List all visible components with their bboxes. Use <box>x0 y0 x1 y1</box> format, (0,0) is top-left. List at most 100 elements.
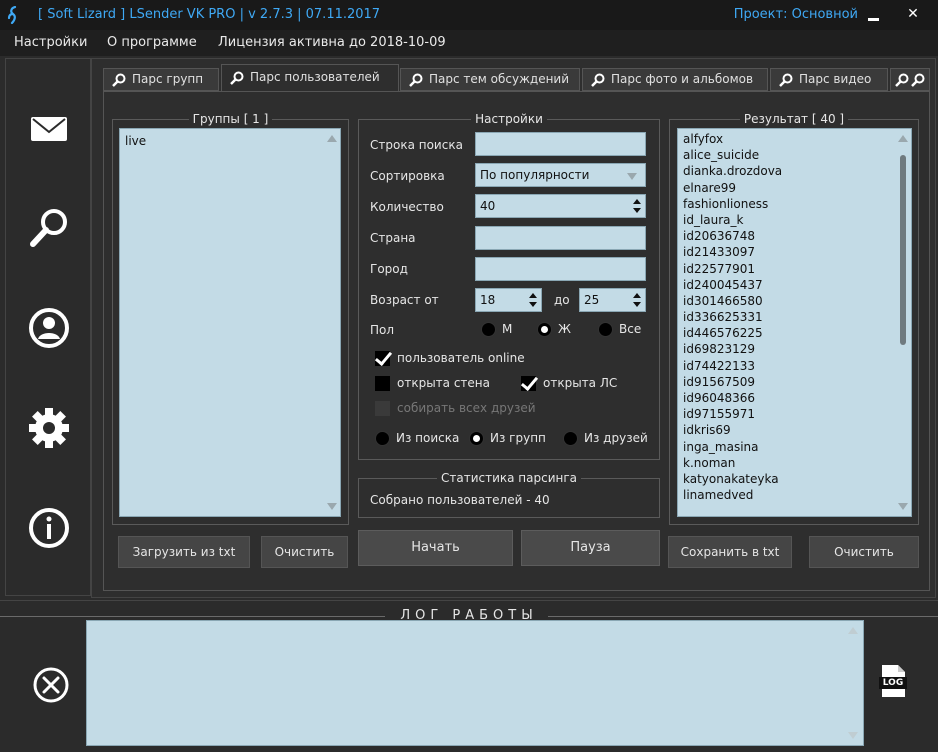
gender-male-label: М <box>502 322 513 336</box>
list-item[interactable]: inga_masina <box>678 439 911 455</box>
list-item[interactable]: dianka.drozdova <box>678 163 911 179</box>
tab-label: Парс пользователей <box>250 70 380 84</box>
close-button[interactable]: ✕ <box>898 0 928 30</box>
search-icon <box>112 73 126 87</box>
pause-button[interactable]: Пауза <box>521 530 660 566</box>
lizard-logo-icon <box>7 6 17 24</box>
search-icon <box>779 73 793 87</box>
log-output[interactable] <box>86 620 864 746</box>
window-title: [ Soft Lizard ] LSender VK PRO | v 2.7.3… <box>38 7 381 22</box>
list-item[interactable]: alice_suicide <box>678 147 911 163</box>
tab-parse-video[interactable]: Парс видео <box>770 68 888 91</box>
gender-female-radio[interactable] <box>537 322 552 337</box>
scroll-down-icon[interactable] <box>898 503 908 510</box>
list-item[interactable]: elnare99 <box>678 180 911 196</box>
user-icon <box>29 308 69 348</box>
list-item[interactable]: id20636748 <box>678 228 911 244</box>
minimize-button[interactable] <box>858 0 888 30</box>
source-groups-label: Из групп <box>490 431 546 445</box>
log-file-icon[interactable]: LOG <box>879 664 907 698</box>
gender-all-radio[interactable] <box>598 322 613 337</box>
city-input[interactable] <box>475 257 646 281</box>
scroll-up-icon[interactable] <box>848 627 858 634</box>
list-item[interactable]: id_laura_k <box>678 212 911 228</box>
age-to-stepper[interactable]: 25 <box>579 288 646 312</box>
list-item[interactable]: id21433097 <box>678 244 911 260</box>
result-scrollbar[interactable] <box>895 129 911 516</box>
tab-label: Парс тем обсуждений <box>429 72 570 86</box>
close-circle-icon[interactable] <box>32 666 70 704</box>
spin-arrows-icon[interactable] <box>529 292 537 308</box>
log-icon-label: LOG <box>882 678 904 688</box>
project-name[interactable]: Проект: Основной <box>734 7 858 22</box>
pm-open-checkbox[interactable] <box>521 376 536 391</box>
scroll-up-icon[interactable] <box>898 135 908 142</box>
list-item[interactable]: katyonakateyka <box>678 471 911 487</box>
scroll-up-icon[interactable] <box>327 135 337 142</box>
scroll-down-icon[interactable] <box>327 503 337 510</box>
tab-parse-groups[interactable]: Парс групп <box>103 68 219 91</box>
sidebar-settings-button[interactable] <box>6 379 92 479</box>
count-label: Количество <box>370 200 444 214</box>
spin-arrows-icon[interactable] <box>633 198 641 214</box>
online-label: пользователь online <box>397 351 525 365</box>
tab-more[interactable] <box>890 68 930 91</box>
sort-select[interactable]: По популярности <box>475 163 646 187</box>
source-groups-radio[interactable] <box>469 431 484 446</box>
count-stepper[interactable]: 40 <box>475 194 646 218</box>
search-icon <box>895 73 909 87</box>
search-string-input[interactable] <box>475 132 646 156</box>
country-input[interactable] <box>475 226 646 250</box>
list-item[interactable]: id301466580 <box>678 293 911 309</box>
groups-list[interactable]: live <box>119 128 341 517</box>
sidebar-search-button[interactable] <box>6 179 92 279</box>
menu-about[interactable]: О программе <box>107 35 197 50</box>
online-checkbox[interactable] <box>375 351 390 366</box>
source-friends-radio[interactable] <box>563 431 578 446</box>
log-scrollbar[interactable] <box>845 621 863 745</box>
list-item[interactable]: id22577901 <box>678 261 911 277</box>
menu-settings[interactable]: Настройки <box>14 35 87 50</box>
search-icon <box>30 209 67 247</box>
list-item[interactable]: id69823129 <box>678 341 911 357</box>
age-from-stepper[interactable]: 18 <box>475 288 542 312</box>
list-item[interactable]: fashionlioness <box>678 196 911 212</box>
list-item[interactable]: id446576225 <box>678 325 911 341</box>
groups-scrollbar[interactable] <box>324 129 340 516</box>
start-button[interactable]: Начать <box>358 530 513 566</box>
list-item[interactable]: alfyfox <box>678 131 911 147</box>
chevron-down-icon <box>627 173 637 180</box>
tab-parse-users[interactable]: Парс пользователей <box>221 64 399 92</box>
sidebar-info-button[interactable] <box>6 479 92 579</box>
list-item[interactable]: live <box>120 133 340 149</box>
scroll-down-icon[interactable] <box>848 732 858 739</box>
list-item[interactable]: id97155971 <box>678 406 911 422</box>
save-txt-button[interactable]: Сохранить в txt <box>668 536 792 568</box>
sidebar-user-button[interactable] <box>6 279 92 379</box>
load-txt-button[interactable]: Загрузить из txt <box>118 536 250 568</box>
groups-clear-button[interactable]: Очистить <box>261 536 348 568</box>
sidebar-mailing-button[interactable] <box>6 79 92 179</box>
list-item[interactable]: id96048366 <box>678 390 911 406</box>
result-clear-button[interactable]: Очистить <box>809 536 919 568</box>
list-item[interactable]: linamedved <box>678 487 911 503</box>
list-item[interactable]: id74422133 <box>678 358 911 374</box>
list-item[interactable]: id336625331 <box>678 309 911 325</box>
list-item[interactable]: k.noman <box>678 455 911 471</box>
list-item[interactable]: idkris69 <box>678 422 911 438</box>
list-item[interactable]: id240045437 <box>678 277 911 293</box>
wall-open-label: открыта стена <box>397 376 490 390</box>
spin-arrows-icon[interactable] <box>633 292 641 308</box>
tab-parse-photos[interactable]: Парс фото и альбомов <box>582 68 768 91</box>
tab-label: Парс фото и альбомов <box>611 72 754 86</box>
source-search-radio[interactable] <box>375 431 390 446</box>
gender-male-radio[interactable] <box>481 322 496 337</box>
result-list[interactable]: alfyfox alice_suicide dianka.drozdova elnar… <box>677 128 912 517</box>
count-value: 40 <box>480 199 496 213</box>
tab-parse-discussions[interactable]: Парс тем обсуждений <box>400 68 580 91</box>
wall-open-checkbox[interactable] <box>375 376 390 391</box>
sidebar <box>5 58 91 596</box>
scroll-thumb[interactable] <box>900 155 906 345</box>
list-item[interactable]: id91567509 <box>678 374 911 390</box>
license-status: Лицензия активна до 2018-10-09 <box>218 35 446 50</box>
